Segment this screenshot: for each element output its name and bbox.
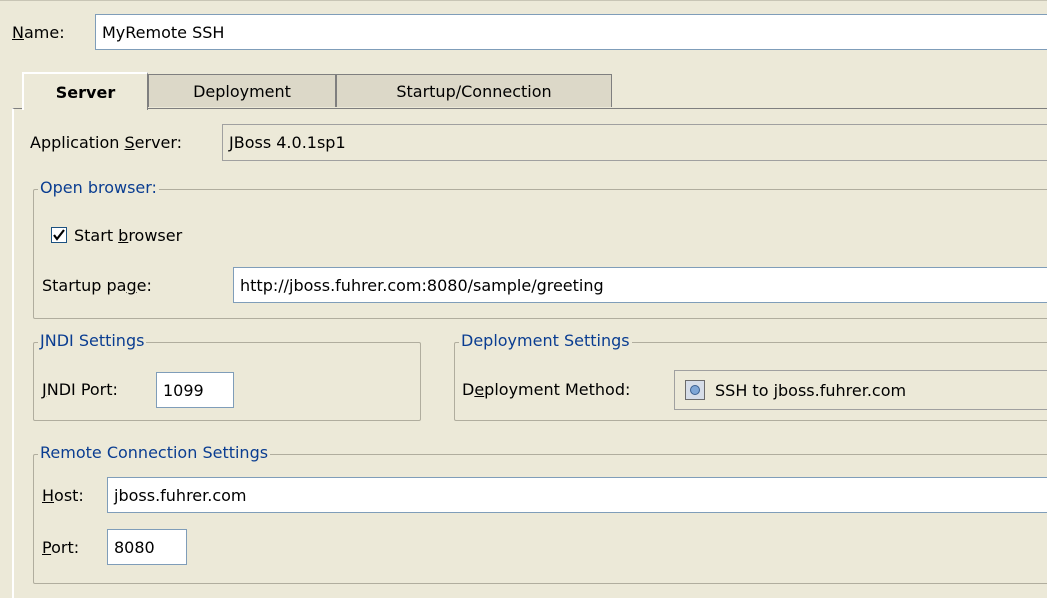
start-browser-checkbox[interactable]: [51, 227, 67, 243]
app-server-label-a: Application: [30, 133, 125, 152]
start-browser-label[interactable]: Start browser: [74, 226, 182, 245]
startup-page-field[interactable]: http://jboss.fuhrer.com:8080/sample/gree…: [233, 267, 1047, 303]
server-icon-inner: [690, 385, 700, 395]
name-label-text: ame:: [23, 23, 65, 42]
tab-startup-connection[interactable]: Startup/Connection: [336, 74, 612, 107]
port-label-text: ort:: [51, 538, 80, 557]
remote-connection-title: Remote Connection Settings: [38, 443, 271, 462]
start-browser-label-a: Start: [74, 226, 119, 245]
start-browser-label-b: rowser: [128, 226, 183, 245]
name-label-mnemonic: N: [12, 23, 24, 42]
host-label-text: ost:: [54, 486, 84, 505]
tab-deployment-label: Deployment: [193, 81, 291, 101]
deployment-method-label-mnemonic: e: [474, 380, 485, 399]
name-field-value: MyRemote SSH: [102, 22, 225, 42]
host-value: jboss.fuhrer.com: [114, 485, 247, 505]
jndi-port-label: JNDI Port:: [42, 380, 118, 399]
tab-deployment[interactable]: Deployment: [148, 74, 336, 107]
startup-page-label-a: Startup pa: [42, 276, 127, 295]
name-field[interactable]: MyRemote SSH: [95, 14, 1047, 50]
tab-server[interactable]: Server: [22, 72, 148, 110]
port-value: 8080: [114, 537, 155, 557]
deployment-method-label-b: ployment Method:: [484, 380, 631, 399]
app-server-label-b: erver:: [134, 133, 183, 152]
deployment-method-field[interactable]: SSH to jboss.fuhrer.com: [674, 370, 1047, 410]
port-label-mnemonic: P: [42, 538, 52, 557]
jndi-settings-title: JNDI Settings: [38, 331, 147, 350]
checkmark-icon: [53, 229, 65, 241]
startup-page-value: http://jboss.fuhrer.com:8080/sample/gree…: [240, 275, 604, 295]
top-border: [0, 0, 1047, 1]
startup-page-label-b: e:: [136, 276, 152, 295]
startup-page-label: Startup page:: [42, 276, 152, 295]
tab-startup-connection-label: Startup/Connection: [396, 81, 552, 101]
deployment-method-value: SSH to jboss.fuhrer.com: [715, 380, 907, 400]
port-label: Port:: [42, 538, 79, 557]
app-server-field[interactable]: JBoss 4.0.1sp1: [222, 124, 1047, 161]
deployment-settings-title: Deployment Settings: [459, 331, 632, 350]
app-server-label: Application Server:: [30, 133, 182, 152]
open-browser-title: Open browser:: [38, 178, 159, 197]
jndi-port-value: 1099: [163, 380, 204, 400]
server-icon: [685, 380, 705, 400]
host-field[interactable]: jboss.fuhrer.com: [107, 477, 1047, 513]
app-server-value: JBoss 4.0.1sp1: [229, 133, 346, 152]
host-label: Host:: [42, 486, 84, 505]
startup-page-label-mnemonic: g: [126, 276, 137, 295]
deployment-method-label-a: D: [462, 380, 475, 399]
jndi-port-field[interactable]: 1099: [156, 372, 234, 408]
port-field[interactable]: 8080: [107, 529, 187, 565]
deployment-method-label: Deployment Method:: [462, 380, 630, 399]
start-browser-label-mnemonic: b: [118, 226, 129, 245]
host-label-mnemonic: H: [42, 486, 55, 505]
tab-server-label: Server: [55, 82, 116, 102]
name-label: Name:: [12, 23, 65, 42]
app-server-label-mnemonic: S: [124, 133, 135, 152]
jndi-port-label-text: NDI Port:: [46, 380, 118, 399]
